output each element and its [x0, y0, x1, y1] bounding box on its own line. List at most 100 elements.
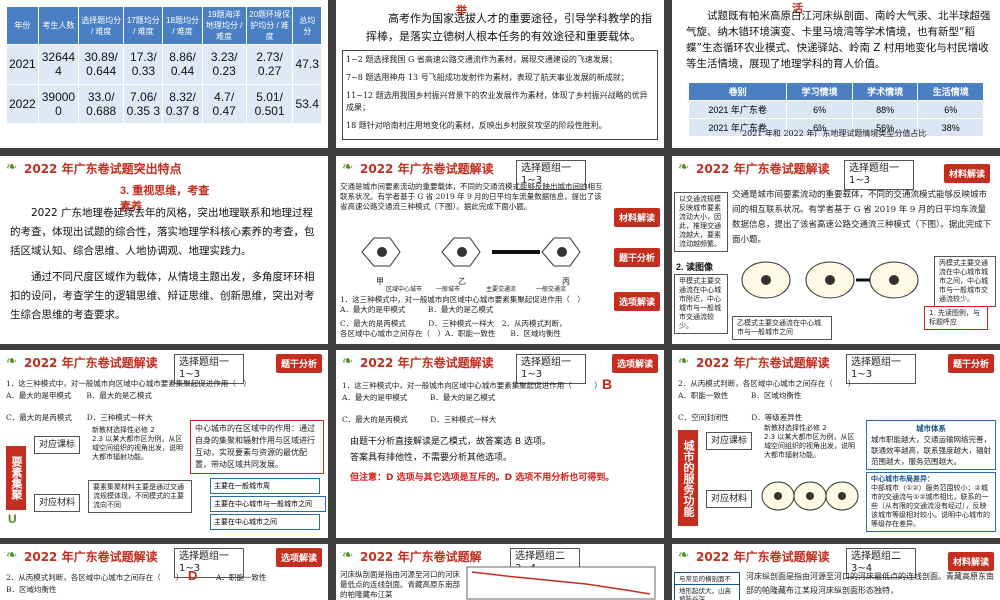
question-1-options-ab: A．最大的是甲模式 B．最大的是乙模式: [340, 305, 494, 314]
table-cell: 2022: [6, 83, 39, 124]
question-1-options-cd: C．最大的是丙模式 D．三种模式一样大: [6, 413, 153, 422]
table-header-cell: 选择题均分 / 难度: [78, 6, 125, 45]
question-2: 2．从丙模式判断，各区域中心城市之间存在（ ）: [6, 573, 184, 582]
table-cell: 33.0/ 0.688: [78, 83, 125, 124]
question-group-box: 选择题组一 1~3: [846, 354, 916, 384]
table-header-cell: 考生人数: [37, 6, 80, 45]
slide-thumbnail-12[interactable]: ❧2022 年广东卷试题解读 选择题组二 3~4 材料解读 与常见的横剖面不同 …: [672, 544, 1000, 600]
table-cell: 30.89/ 0.644: [78, 44, 125, 85]
list-item: 18 题针对哈南村庄用地变化的素材，反映出乡村脱贫攻坚的阶段性胜利。: [346, 121, 607, 130]
difference-text: 中部城市（①②）服务范围较小；②城市的交通流与①②城市相比，联系的一些（从有限的…: [871, 484, 990, 528]
slide-title: 2022 年广东卷试题解: [360, 549, 482, 564]
leaf-icon: ❧: [342, 548, 353, 563]
question-1-options-ab: A．最大的是甲模式 B．最大的是乙模式: [342, 393, 496, 402]
question-2: 各区域中心城市之间存在（ ）A．职能一致性 B．区域均衡性: [340, 329, 561, 338]
curriculum-text: 新教材选择性必修 2 2.3 以某大都市区为例，从区域空间组织的视角出发，说明大…: [760, 422, 864, 462]
table-cell: 6%: [917, 100, 984, 119]
question-group-box: 选择题组一 1~3: [844, 160, 914, 190]
section-2-heading: 2. 读图像: [676, 262, 714, 272]
table-header-cell: 18题均分 / 难度: [162, 6, 203, 45]
traffic-flow-diagram: [741, 261, 919, 299]
explanation-note: 但注意：D 选项与其它选项是互斥的。D 选项不用分析也可得到。: [350, 473, 615, 483]
slide-title: 2022 年广东卷试题解读: [696, 161, 830, 176]
option-analysis-tag: 选项解读: [276, 548, 323, 567]
table-header-cell: 卷别: [687, 82, 788, 101]
riverbed-profile-chart: [466, 566, 656, 600]
leaf-icon: ❧: [6, 354, 17, 369]
slide-thumbnail-2[interactable]: 举 高考作为国家选拔人才的重要途径，引导学科教学的指挥棒，是落实立德树人根本任务…: [336, 0, 664, 148]
material-analysis-tag: 材料解读: [948, 552, 995, 571]
curriculum-label: 对应课标: [34, 436, 81, 454]
question-1-options-ab: A．最大的是甲模式 B．最大的是乙模式: [6, 391, 152, 400]
question-2: 2．从丙模式判断，各区域中心城市之间存在（ ）: [678, 379, 856, 388]
table-cell: 2021: [6, 44, 39, 85]
annotation-bottom: 乙模式主要交通流在中心城市与一般城市之间: [732, 316, 832, 340]
mode-bing-note: 主要在中心城市之间: [210, 514, 320, 530]
slide-thumbnail-9[interactable]: ❧ 2022 年广东卷试题解读 选择题组一 1~3 题干分析 2．从丙模式判断，各…: [672, 350, 1000, 538]
paragraph-2: 通过不同尺度区域作为载体，从情境主题出发，多角度环环相扣的设问，考查学生的逻辑思…: [10, 271, 315, 321]
material-label: 对应材料: [706, 490, 753, 508]
stem-analysis-tag: 题干分析: [948, 354, 995, 373]
table-header-cell: 19题海洋地理均分 / 难度: [201, 6, 247, 45]
leaf-icon: ❧: [6, 160, 17, 175]
leaf-icon: ❧: [342, 354, 353, 369]
curriculum-text: 新教材选择性必修 2 2.3 以某大都市区为例，从区域空间组织的视角出发，说明大…: [88, 424, 192, 464]
slide-thumbnail-1[interactable]: 年份 考生人数 选择题均分 / 难度 17题均分 / 难度 18题均分 / 难度 19题海…: [0, 0, 328, 148]
slide-thumbnail-5[interactable]: ❧ 2022 年广东卷试题解读 选择题组一 1~3 交通是城市间要素流动的重要载体…: [336, 156, 664, 344]
table-cell: 39000 0: [37, 83, 80, 124]
table-row: 2022 39000 0 33.0/ 0.688 7.06/ 0.35 3 8.32/ …: [6, 83, 322, 124]
slide-thumbnail-6[interactable]: ❧ 2022 年广东卷试题解读 选择题组一 1~3 材料解读 以交通流规模反映城市…: [672, 156, 1000, 344]
table-row: 2021 32644 4 30.89/ 0.644 17.3/ 0.33 8.86/ 0…: [6, 44, 322, 85]
option-a: A．职能一致性: [216, 573, 267, 582]
slide-title: 2022 年广东卷试题解读: [360, 355, 494, 370]
slide-title: 2022 年广东卷试题解读: [696, 549, 830, 564]
answer-mark: D: [188, 568, 198, 583]
table-cell: 4.7/ 0.47: [201, 83, 247, 124]
slide-thumbnail-4[interactable]: ❧ 2022 年广东卷试题突出特点 3. 重视思维，考查素养 2022 广东地理卷…: [0, 156, 328, 344]
material-note: 要素集聚材料主要是通过交通流规模体现，不同模式的主要流向不同: [88, 480, 192, 513]
explanation-1: 由题干分析直接解读是乙模式，故答案选 B 选项。: [350, 437, 551, 447]
materials-list-box: 1~2 题选择我国 G 省高速公路交通流作为素材，展现交通建设的飞速发展； 7~…: [342, 50, 658, 140]
stem-analysis-tag: 题干分析: [276, 354, 323, 373]
table-cell: 7.06/ 0.35 3: [123, 83, 164, 124]
option-b: B．区域均衡性: [6, 585, 57, 594]
material-text: 河床纵剖面是指由河源至河口的河床最低点的连线剖面。青藏高原东南部的帕隆藏布江某段…: [746, 572, 994, 595]
material-analysis-tag: 材料解读: [614, 208, 661, 227]
annotation-left-2: 甲模式主要交通流在中心城市附近，中心城市与一般城市交通流较少。: [674, 274, 728, 334]
factor-label: 要素集聚: [6, 446, 26, 510]
center-city-difference: 中心城市布局差异： 中部城市（①②）服务范围较小；②城市的交通流与①②城市相比，…: [866, 472, 996, 532]
table-header-cell: 总均分: [292, 6, 322, 45]
table-cell: 38%: [917, 118, 984, 137]
slide-thumbnail-11[interactable]: ❧2022 年广东卷试题解 选择题组二 3~4 河床纵剖面是指由河源至河口的河床…: [336, 544, 664, 600]
table-cell: 32644 4: [37, 44, 80, 85]
material-text: 河床纵剖面是指由河源至河口的河床最低点的连线剖面。青藏高原东南部的帕隆藏布江某: [340, 570, 460, 599]
slide-thumbnail-3[interactable]: 活 试题既有帕米高原白江河床纵剖面、南岭大气汞、北半球超强气旋、纳木错环境演变、…: [672, 0, 1000, 148]
annotation-left-2: 地形起伏大，山高坡陡谷深: [674, 584, 740, 600]
list-item: 7~8 题选用神舟 13 号飞船成功发射作为素材，表现了航天事业发展的新成就；: [346, 73, 629, 82]
intro-paragraph: 试题既有帕米高原白江河床纵剖面、南岭大气汞、北半球超强气旋、纳木错环境演变、卡里…: [686, 10, 991, 70]
table-header-cell: 年份: [6, 6, 39, 45]
table-row: 2021 年广东卷 6% 88% 6%: [687, 100, 984, 119]
traffic-flow-diagram: [361, 237, 581, 267]
table-header-cell: 20题环境保护均分 / 难度: [245, 6, 294, 45]
table-caption: 2021 年和 2022 年广东地理试题情境类型分值占比: [742, 129, 927, 138]
slide-thumbnail-7[interactable]: ❧ 2022 年广东卷试题解读 选择题组一 1~3 题干分析 1．这三种模式中，对…: [0, 350, 328, 538]
question-1: 1．这三种模式中，对一般城市向区域中心城市要素集聚起促进作用（ ）: [6, 379, 251, 388]
difference-title: 中心城市布局差异：: [871, 475, 934, 483]
table-header-cell: 生活情境: [917, 82, 984, 101]
list-item: 11~12 题选用我国乡村振兴背景下的农业发展作为素材，体现了乡村振兴战略的优异…: [346, 91, 648, 112]
table-header-cell: 学术情境: [851, 82, 919, 101]
table-header-cell: 学习情境: [786, 82, 853, 101]
logo-icon: U: [8, 512, 17, 526]
table-cell: 88%: [851, 100, 919, 119]
table-cell: 8.86/ 0.44: [162, 44, 203, 85]
leaf-icon: ❧: [678, 548, 689, 563]
annotation-left-1: 以交通流规模反映城市要素流动大小，因此，推理交通流越大，要素流动越频繁。: [674, 192, 728, 252]
question-2-options-ab: A．职能一致性 B．区域均衡性: [678, 391, 802, 400]
slide-title: 2022 年广东卷试题解读: [360, 161, 494, 176]
material-label: 对应材料: [34, 494, 81, 512]
legend-note: 1. 先读图例，与标题呼应: [924, 306, 988, 330]
table-cell: 6%: [786, 100, 853, 119]
slide-thumbnail-10[interactable]: ❧ 2022 年广东卷试题解读 选择题组一 1~3 选项解读 2．从丙模式判断，各…: [0, 544, 328, 600]
slide-thumbnail-8[interactable]: ❧ 2022 年广东卷试题解读 选择题组一 1~3 选项解读 1．这三种模式中，对…: [336, 350, 664, 538]
